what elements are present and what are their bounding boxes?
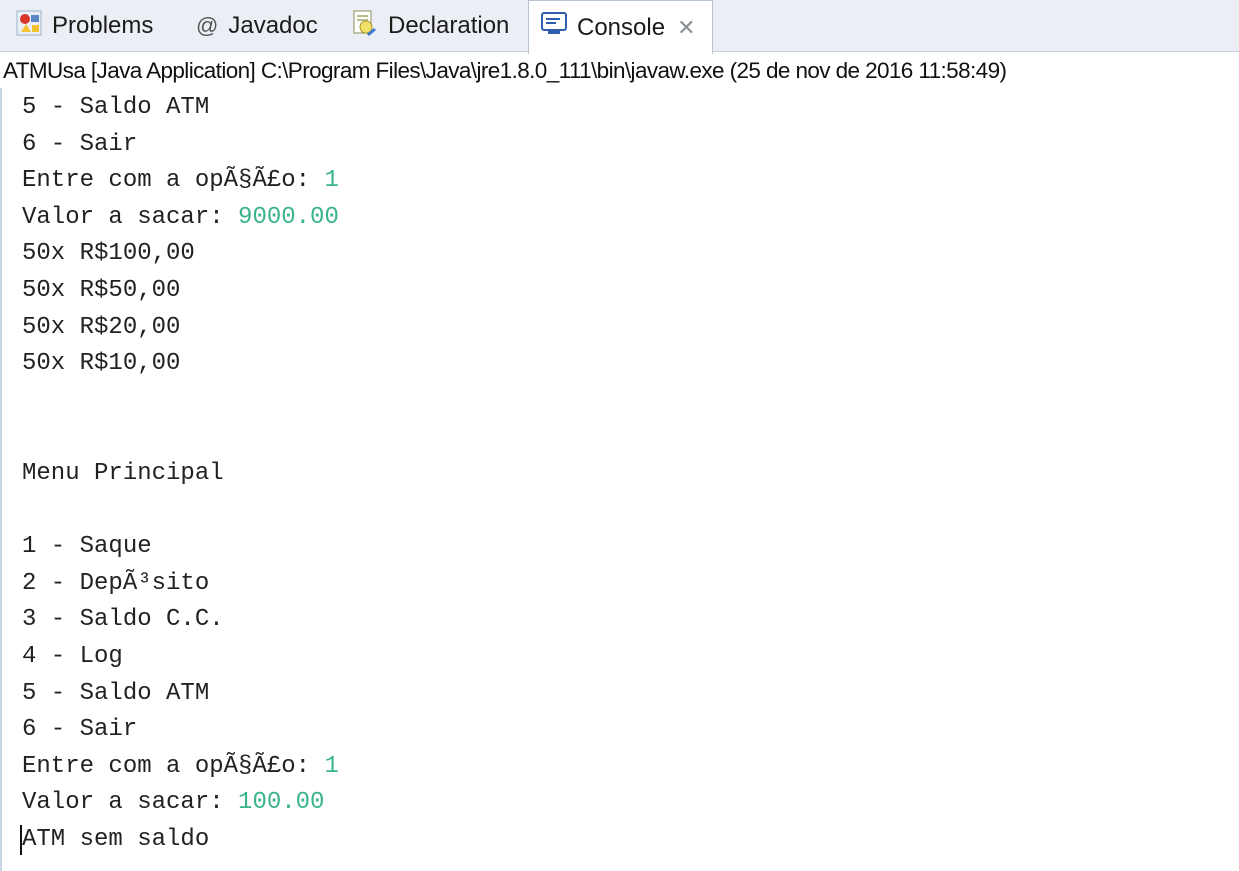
console-text: 6 - Sair [22, 716, 138, 744]
console-line: 6 - Sair [22, 712, 137, 748]
user-input-value: 9000.00 [238, 203, 339, 231]
problems-icon [16, 10, 42, 43]
tab-console-label: Console [577, 13, 666, 41]
console-text: 2 - DepÃ³sito [22, 569, 210, 597]
declaration-icon [352, 10, 378, 43]
console-line: 2 - DepÃ³sito [22, 566, 209, 602]
console-text: 5 - Saldo ATM [22, 679, 210, 707]
console-title: ATMUsa [Java Application] C:\Program Fil… [3, 58, 1007, 83]
console-text: Entre com a opÃ§Ã£o: [22, 752, 325, 780]
console-output[interactable]: 5 - Saldo ATM 6 - Sair Entre com a opÃ§Ã£o… [0, 88, 1239, 871]
tab-problems[interactable]: Problems [16, 0, 153, 52]
console-line: 3 - Saldo C.C. [22, 602, 224, 638]
console-text: 50x R$10,00 [22, 350, 181, 378]
tab-declaration[interactable]: Declaration [352, 0, 509, 52]
console-text: 5 - Saldo ATM [22, 94, 210, 121]
console-text: 1 - Saque [22, 533, 152, 561]
tab-console[interactable]: Console ✕ [528, 0, 713, 54]
tab-javadoc[interactable]: @ Javadoc [196, 0, 318, 52]
console-line: 50x R$100,00 [22, 236, 195, 272]
console-icon [541, 12, 567, 43]
console-line: 50x R$50,00 [22, 273, 180, 309]
console-line: 5 - Saldo ATM [22, 90, 209, 126]
tab-javadoc-label: Javadoc [228, 12, 318, 39]
user-input-value: 1 [324, 752, 339, 780]
console-line: Menu Principal [22, 456, 224, 492]
console-line: ATM sem saldo [22, 822, 209, 858]
console-text: Entre com a opÃ§Ã£o: [22, 167, 325, 195]
at-sign-icon: @ [196, 13, 219, 38]
view-tab-bar: Problems @ Javadoc Declaration Console ✕ [0, 0, 1239, 54]
text-cursor [20, 825, 22, 855]
user-input-value: 1 [324, 167, 339, 195]
console-line: 50x R$20,00 [22, 310, 180, 346]
console-text: 50x R$20,00 [22, 313, 181, 341]
console-line: Valor a sacar: 100.00 [22, 785, 324, 821]
console-line: Entre com a opÃ§Ã£o: 1 [22, 749, 339, 785]
console-text: 50x R$100,00 [22, 240, 195, 268]
console-text: 4 - Log [22, 643, 123, 670]
console-text: 50x R$50,00 [22, 277, 181, 304]
console-line: 6 - Sair [22, 127, 137, 163]
console-line: Entre com a opÃ§Ã£o: 1 [22, 163, 339, 199]
console-line: 5 - Saldo ATM [22, 676, 209, 712]
tab-declaration-label: Declaration [388, 12, 510, 39]
console-line: Valor a sacar: 9000.00 [22, 200, 339, 236]
console-text: 3 - Saldo C.C. [22, 606, 224, 634]
console-line: 4 - Log [22, 639, 123, 675]
close-icon[interactable]: ✕ [677, 15, 695, 41]
console-text: 6 - Sair [22, 130, 138, 158]
user-input-value: 100.00 [238, 789, 325, 817]
tab-problems-label: Problems [52, 12, 154, 39]
console-line: 50x R$10,00 [22, 346, 180, 382]
console-text: Valor a sacar: [22, 789, 239, 817]
console-text: Menu Principal [22, 460, 224, 487]
console-text: Valor a sacar: [22, 203, 239, 231]
console-text: ATM sem saldo [22, 826, 210, 853]
console-line: 1 - Saque [22, 529, 152, 565]
